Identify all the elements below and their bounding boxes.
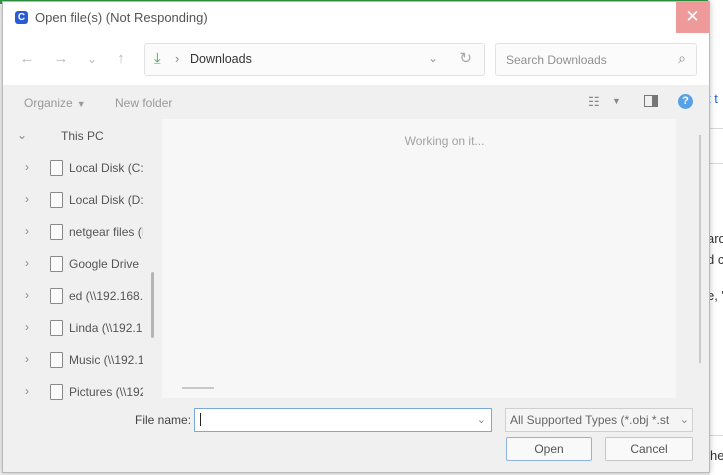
help-icon[interactable]: ? [678,94,693,109]
search-icon[interactable]: ⌕ [678,50,686,67]
drive-icon [50,192,63,208]
tree-item-label: Pictures (\\192 [69,385,143,399]
chevron-right-icon[interactable]: › [25,352,29,366]
network-drive-icon [50,384,63,400]
chevron-down-icon[interactable]: ⌄ [17,128,27,142]
organize-label: Organize [24,96,73,110]
app-icon: C [15,11,28,24]
tree-item-label: Local Disk (C:) [69,161,143,175]
chevron-right-icon[interactable]: › [25,384,29,398]
drive-icon [50,160,63,176]
organize-button[interactable]: Organize ▼ [24,96,86,110]
close-button[interactable]: ✕ [676,2,709,33]
loading-status: Working on it... [404,134,485,148]
chevron-right-icon[interactable]: › [25,288,29,302]
tree-item-local-disk-d[interactable]: › Local Disk (D:) [3,189,143,211]
cancel-button[interactable]: Cancel [605,437,693,461]
file-name-combobox[interactable]: ⌄ [194,408,492,432]
dialog-footer: File name: ⌄ All Supported Types (*.obj … [3,400,709,472]
tree-item-label: Music (\\192.1 [69,353,143,367]
forward-arrow-icon[interactable]: → [49,47,73,71]
chevron-down-icon[interactable]: ⌄ [477,413,486,426]
horizontal-scrollbar[interactable] [182,387,214,389]
breadcrumb-separator-icon: › [175,51,180,66]
refresh-icon[interactable]: ↻ [459,49,472,67]
breadcrumb-downloads[interactable]: Downloads [190,52,252,66]
chevron-down-icon[interactable]: ⌄ [680,413,689,426]
up-arrow-icon[interactable]: ↑ [109,47,133,71]
file-name-label: File name: [135,413,192,427]
tree-item-local-disk-c[interactable]: › Local Disk (C:) [3,157,143,179]
tree-item-network-linda[interactable]: › Linda (\\192.16 [3,317,143,339]
tree-item-label: ed (\\192.168.1 [69,289,143,303]
chevron-right-icon[interactable]: › [25,224,29,238]
back-arrow-icon[interactable]: ← [15,47,39,71]
navigation-bar: ← → ⌄ ↑ ⤓ › Downloads ⌄ ↻ ⌕ [3,33,709,85]
background-divider [709,435,723,436]
download-arrow-icon: ⤓ [154,50,161,67]
view-details-icon[interactable]: ☷ [588,94,600,110]
open-file-dialog: C Open file(s) (Not Responding) ✕ ← → ⌄ … [2,1,710,473]
background-text-fragment: he [710,448,723,463]
file-list-area[interactable]: Working on it... [162,119,701,398]
file-type-value: All Supported Types (*.obj *.stl * [510,413,670,427]
tree-item-this-pc[interactable]: ⌄ This PC [3,125,143,147]
title-bar[interactable]: C Open file(s) (Not Responding) ✕ [3,2,709,33]
search-box[interactable]: ⌕ [495,43,697,76]
tree-item-network-ed[interactable]: › ed (\\192.168.1 [3,285,143,307]
network-drive-icon [50,288,63,304]
chevron-right-icon[interactable]: › [25,256,29,270]
tree-item-network-music[interactable]: › Music (\\192.1 [3,349,143,371]
file-name-input[interactable] [199,411,471,429]
navigation-pane[interactable]: ⌄ This PC › Local Disk (C:) › Local Disk… [3,119,155,400]
background-divider [709,128,723,129]
new-folder-button[interactable]: New folder [115,96,172,110]
open-button[interactable]: Open [506,437,592,461]
drive-icon [50,256,63,272]
tree-item-label: netgear files (I [69,225,143,239]
recent-locations-chevron-icon[interactable]: ⌄ [80,47,104,71]
vertical-scrollbar[interactable] [699,135,701,363]
tree-item-label: Google Drive ( [69,257,143,271]
preview-pane-icon[interactable] [644,95,658,107]
address-bar[interactable]: ⤓ › Downloads ⌄ ↻ [144,43,485,76]
chevron-right-icon[interactable]: › [25,320,29,334]
tree-item-label: Linda (\\192.16 [69,321,143,335]
chevron-right-icon[interactable]: › [25,160,29,174]
view-options-caret-icon[interactable]: ▼ [612,96,621,106]
drive-icon [50,224,63,240]
tree-item-label: This PC [61,129,104,143]
address-dropdown-chevron-icon[interactable]: ⌄ [428,51,438,65]
text-cursor [200,413,201,426]
search-input[interactable] [504,50,668,70]
command-bar: Organize ▼ New folder ☷ ▼ ? [3,85,709,119]
network-drive-icon [50,352,63,368]
background-divider [709,163,723,164]
file-type-select[interactable]: All Supported Types (*.obj *.stl * ⌄ [505,408,693,432]
caret-down-icon: ▼ [76,99,86,109]
tree-item-label: Local Disk (D:) [69,193,143,207]
chevron-right-icon[interactable]: › [25,192,29,206]
navigation-pane-scrollbar[interactable] [151,272,154,338]
network-drive-icon [50,320,63,336]
dialog-title: Open file(s) (Not Responding) [35,10,208,25]
tree-item-google-drive[interactable]: › Google Drive ( [3,253,143,275]
tree-item-netgear-files[interactable]: › netgear files (I [3,221,143,243]
